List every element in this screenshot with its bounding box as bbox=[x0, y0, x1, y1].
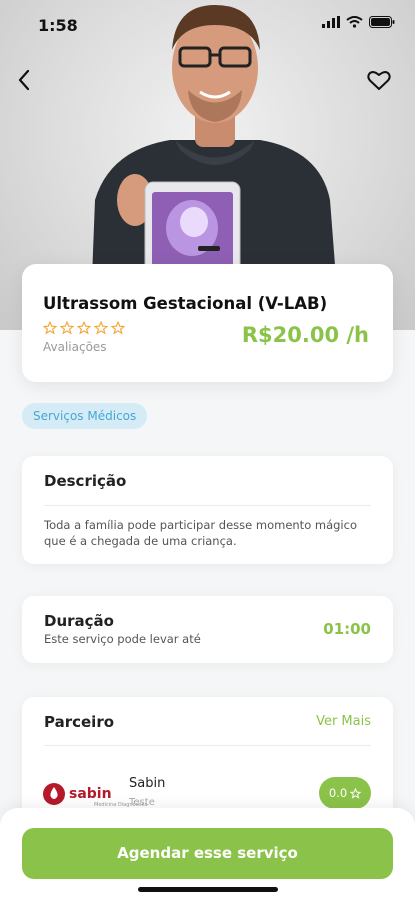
star-icon bbox=[94, 321, 108, 335]
battery-icon bbox=[369, 16, 395, 28]
partner-logo[interactable]: sabin Medicina Diagnóstica bbox=[42, 779, 147, 809]
chevron-left-icon bbox=[18, 69, 30, 91]
status-icons bbox=[322, 16, 395, 28]
schedule-service-button[interactable]: Agendar esse serviço bbox=[22, 828, 393, 879]
bottom-action-bar: Agendar esse serviço bbox=[0, 808, 415, 900]
favorite-button[interactable] bbox=[363, 64, 395, 96]
partner-rating-value: 0.0 bbox=[328, 786, 348, 800]
status-time: 1:58 bbox=[38, 16, 78, 35]
partner-subtitle: Teste bbox=[129, 797, 155, 808]
description-text: Toda a família pode participar desse mom… bbox=[44, 518, 357, 548]
wifi-icon bbox=[346, 16, 363, 28]
product-card: Ultrassom Gestacional (V-LAB) Avaliações… bbox=[22, 264, 393, 382]
star-icon bbox=[43, 321, 57, 335]
divider bbox=[44, 745, 371, 746]
divider bbox=[44, 505, 371, 506]
category-chip[interactable]: Serviços Médicos bbox=[22, 403, 148, 429]
see-more-link[interactable]: Ver Mais bbox=[316, 714, 371, 729]
rating-stars bbox=[43, 321, 125, 335]
partner-name[interactable]: Sabin bbox=[129, 776, 165, 791]
product-title: Ultrassom Gestacional (V-LAB) bbox=[43, 294, 328, 313]
description-card: Descrição Toda a família pode participar… bbox=[22, 456, 393, 564]
home-indicator bbox=[138, 887, 278, 892]
partner-title: Parceiro bbox=[44, 713, 115, 731]
description-title: Descrição bbox=[44, 472, 127, 490]
rating-label: Avaliações bbox=[43, 340, 107, 354]
status-bar: 1:58 bbox=[0, 0, 415, 50]
blood-drop-logo-icon bbox=[43, 783, 65, 805]
star-icon bbox=[111, 321, 125, 335]
star-icon bbox=[77, 321, 91, 335]
duration-subtitle: Este serviço pode levar até bbox=[44, 632, 201, 646]
price: R$20.00 /h bbox=[241, 323, 369, 347]
duration-title: Duração bbox=[44, 612, 114, 630]
duration-card: Duração Este serviço pode levar até 01:0… bbox=[22, 596, 393, 663]
partner-logo-text: sabin bbox=[69, 786, 112, 802]
star-icon bbox=[60, 321, 74, 335]
star-icon bbox=[350, 787, 362, 799]
partner-rating-badge: 0.0 bbox=[319, 777, 371, 809]
duration-value: 01:00 bbox=[323, 620, 371, 638]
signal-icon bbox=[322, 16, 340, 28]
back-button[interactable] bbox=[8, 64, 40, 96]
heart-icon bbox=[367, 70, 391, 90]
